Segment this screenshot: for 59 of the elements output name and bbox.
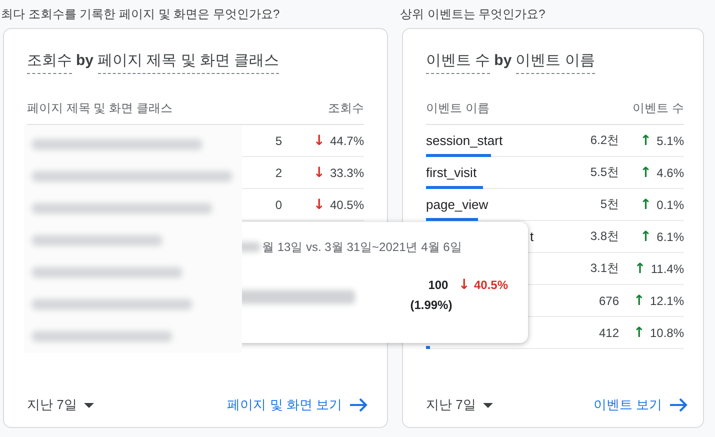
- trend-arrow: ↑: [640, 134, 652, 148]
- trend-arrow: ↓: [313, 198, 325, 212]
- count-value: 3.1천: [590, 260, 619, 277]
- column-header: 조회수: [328, 100, 364, 116]
- event-name: session_start: [426, 132, 503, 148]
- change-percent: 40.5%: [330, 198, 364, 212]
- metric-selector[interactable]: 조회수: [27, 51, 72, 74]
- column-header: 이벤트 수: [632, 100, 684, 116]
- count-value: 5: [275, 134, 282, 148]
- arrow-right-icon: [350, 398, 368, 412]
- change-percent: 4.6%: [656, 166, 684, 180]
- section-question: 상위 이벤트는 무엇인가요?: [400, 6, 546, 23]
- trend-arrow: ↑: [640, 166, 652, 180]
- trend-arrow: ↓: [313, 166, 325, 180]
- trend-arrow: ↓: [458, 278, 470, 292]
- count-value: 412: [598, 326, 619, 340]
- trend-arrow: ↑: [633, 326, 645, 340]
- column-header: 페이지 제목 및 화면 클래스: [27, 100, 172, 116]
- by-label: by: [494, 52, 512, 69]
- count-value: 2: [275, 166, 282, 180]
- column-header: 이벤트 이름: [426, 100, 490, 116]
- change-percent: 33.3%: [330, 166, 364, 180]
- caret-icon: [482, 402, 493, 408]
- count-value: 676: [598, 294, 619, 308]
- count-value: 0: [275, 198, 282, 212]
- event-name: page_view: [426, 196, 488, 212]
- change-percent: 10.8%: [650, 326, 684, 340]
- date-range: 월 13일 vs. 3월 31일~2021년 4월 6일: [262, 238, 462, 256]
- change-percent: 44.7%: [330, 134, 364, 148]
- period-dropdown[interactable]: 지난 7일: [27, 396, 94, 414]
- trend-arrow: ↑: [633, 294, 645, 308]
- change-percent: 5.1%: [656, 134, 684, 148]
- count-value: 3.8천: [590, 228, 619, 245]
- view-link[interactable]: 페이지 및 화면 보기: [227, 396, 368, 414]
- dimension-selector[interactable]: 이벤트 이름: [516, 51, 595, 74]
- change-percent: 11.4%: [650, 262, 684, 276]
- count-value: 5천: [600, 196, 619, 213]
- trend-arrow: ↑: [640, 230, 652, 244]
- change-percent: 40.5%: [474, 278, 508, 292]
- trend-arrow: ↓: [313, 134, 325, 148]
- change-percent: 6.1%: [656, 230, 684, 244]
- caret-icon: [84, 402, 94, 408]
- metric-selector[interactable]: 이벤트 수: [426, 51, 490, 74]
- value-text: 100: [428, 278, 448, 292]
- count-value: 5.5천: [590, 164, 619, 181]
- arrow-right-icon: [670, 398, 688, 412]
- period-dropdown[interactable]: 지난 7일: [426, 396, 493, 414]
- view-link[interactable]: 이벤트 보기: [593, 396, 688, 414]
- count-value: 6.2천: [590, 132, 619, 149]
- change-percent: 12.1%: [650, 294, 684, 308]
- section-question: 최다 조회수를 기록한 페이지 및 화면은 무엇인가요?: [1, 6, 281, 23]
- share-text: (1.99%): [410, 298, 452, 312]
- event-name: first_visit: [426, 164, 477, 180]
- trend-arrow: ↑: [634, 262, 646, 276]
- change-percent: 0.1%: [656, 198, 684, 212]
- trend-arrow: ↑: [640, 198, 652, 212]
- event-name: t: [530, 228, 534, 244]
- dimension-selector[interactable]: 페이지 제목 및 화면 클래스: [98, 51, 280, 74]
- by-label: by: [76, 52, 94, 69]
